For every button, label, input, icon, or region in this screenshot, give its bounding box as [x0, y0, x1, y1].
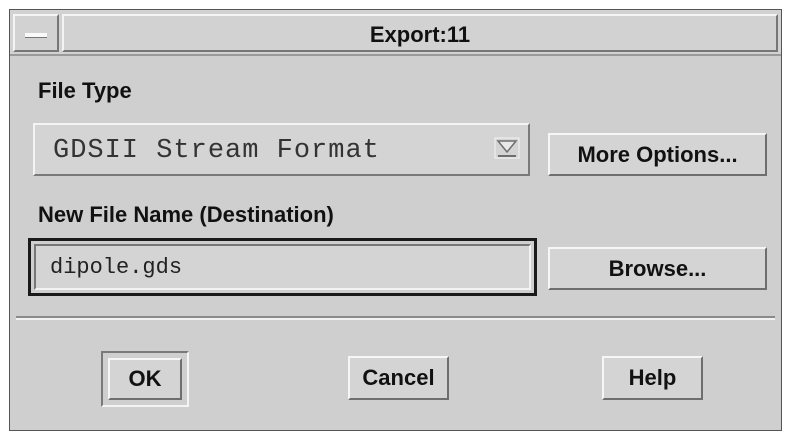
new-file-name-label: New File Name (Destination) — [38, 202, 334, 227]
file-type-label: File Type — [38, 78, 132, 103]
more-options-button[interactable]: More Options... — [548, 133, 767, 176]
cancel-button[interactable]: Cancel — [348, 356, 449, 400]
export-dialog: Export:11 File Type GDSII Stream Format … — [9, 9, 782, 431]
title-bar[interactable]: Export:11 — [10, 10, 781, 56]
ok-button[interactable]: OK — [108, 358, 182, 400]
window-menu-icon — [25, 33, 47, 38]
title-area[interactable]: Export:11 — [62, 14, 778, 52]
browse-button[interactable]: Browse... — [548, 247, 767, 290]
dropdown-icon — [494, 137, 520, 159]
window-title: Export:11 — [369, 22, 471, 47]
file-type-dropdown[interactable]: GDSII Stream Format — [33, 123, 530, 176]
help-button[interactable]: Help — [602, 356, 703, 400]
filename-field-focus-frame — [28, 238, 537, 296]
default-button-frame: OK — [101, 351, 189, 407]
filename-input[interactable] — [34, 244, 531, 290]
window-menu-button[interactable] — [13, 14, 59, 52]
separator — [16, 316, 775, 320]
file-type-selected-value: GDSII Stream Format — [53, 136, 380, 166]
